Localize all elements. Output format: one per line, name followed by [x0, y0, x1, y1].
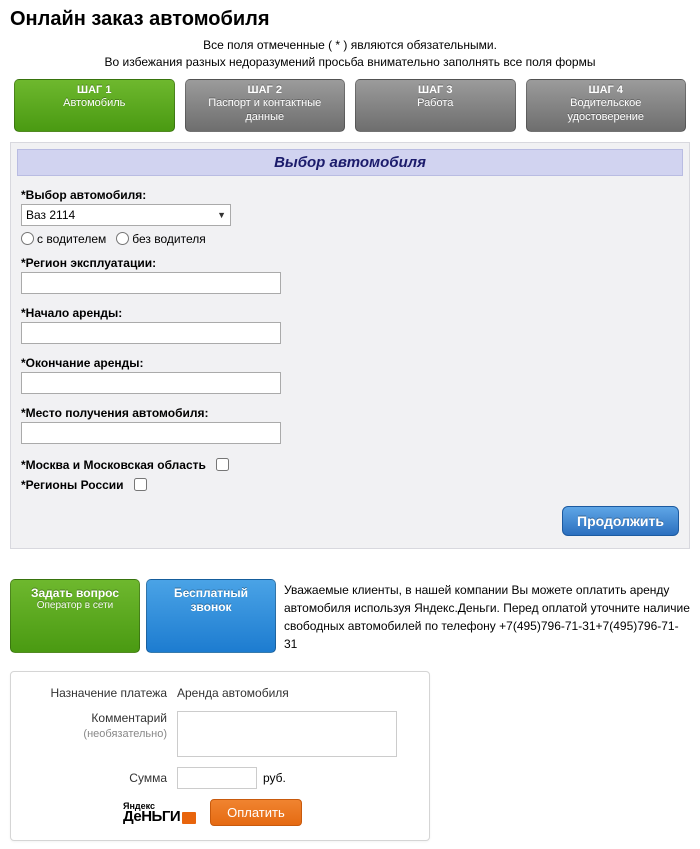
step-2-top: ШАГ 2 — [190, 84, 341, 98]
free-call-line1: Бесплатный — [151, 586, 271, 600]
ask-question-sub: Оператор в сети — [15, 600, 135, 612]
notes-block: Все поля отмеченные ( * ) являются обяза… — [10, 37, 690, 71]
step-1-bottom: Автомобиль — [19, 97, 170, 111]
start-input[interactable] — [21, 322, 281, 344]
section-header: Выбор автомобиля — [17, 149, 683, 176]
radio-without-driver-label: без водителя — [132, 232, 205, 246]
pay-button[interactable]: Оплатить — [210, 799, 302, 826]
form-area: Выбор автомобиля *Выбор автомобиля: Ваз … — [10, 142, 690, 549]
car-select-label: *Выбор автомобиля: — [21, 188, 679, 202]
step-1-top: ШАГ 1 — [19, 84, 170, 98]
payment-currency: руб. — [263, 771, 286, 785]
ask-question-line1: Задать вопрос — [15, 586, 135, 600]
regions-label: *Регионы России — [21, 478, 124, 492]
payment-sum-input[interactable] — [177, 767, 257, 789]
wallet-icon — [182, 812, 196, 824]
yandex-logo-top: Яндекс — [123, 802, 196, 811]
region-label: *Регион эксплуатации: — [21, 256, 679, 270]
radio-with-driver-input[interactable] — [21, 232, 34, 245]
ask-question-button[interactable]: Задать вопрос Оператор в сети — [10, 579, 140, 653]
radio-with-driver[interactable]: с водителем — [21, 232, 106, 246]
car-select-value: Ваз 2114 — [26, 208, 75, 222]
steps-nav: ШАГ 1 Автомобиль ШАГ 2 Паспорт и контакт… — [10, 79, 690, 132]
page-title: Онлайн заказ автомобиля — [10, 8, 690, 31]
payment-comment-hint: (необязательно) — [27, 727, 167, 741]
radio-without-driver[interactable]: без водителя — [116, 232, 205, 246]
step-1[interactable]: ШАГ 1 Автомобиль — [14, 79, 175, 132]
step-4[interactable]: ШАГ 4 Водительское удостоверение — [526, 79, 687, 132]
step-4-top: ШАГ 4 — [531, 84, 682, 98]
step-3[interactable]: ШАГ 3 Работа — [355, 79, 516, 132]
step-4-bottom: Водительское удостоверение — [531, 97, 682, 125]
yandex-logo-bottom: ДеНЬГИ — [123, 810, 180, 824]
radio-without-driver-input[interactable] — [116, 232, 129, 245]
payment-purpose-value: Аренда автомобиля — [177, 686, 289, 700]
payment-comment-input[interactable] — [177, 711, 397, 757]
start-label: *Начало аренды: — [21, 306, 679, 320]
region-input[interactable] — [21, 272, 281, 294]
car-select-dropdown[interactable]: Ваз 2114 ▼ — [21, 204, 231, 226]
chevron-down-icon: ▼ — [217, 210, 226, 220]
regions-checkbox[interactable] — [134, 478, 147, 491]
note-required: Все поля отмеченные ( * ) являются обяза… — [10, 37, 690, 54]
free-call-line2: звонок — [151, 600, 271, 614]
step-3-top: ШАГ 3 — [360, 84, 511, 98]
yandex-money-logo: Яндекс ДеНЬГИ — [123, 802, 196, 825]
step-2-bottom: Паспорт и контактные данные — [190, 97, 341, 125]
info-text: Уважаемые клиенты, в нашей компании Вы м… — [284, 579, 690, 653]
pickup-label: *Место получения автомобиля: — [21, 406, 679, 420]
continue-button[interactable]: Продолжить — [562, 506, 679, 536]
end-input[interactable] — [21, 372, 281, 394]
free-call-button[interactable]: Бесплатный звонок — [146, 579, 276, 653]
step-3-bottom: Работа — [360, 97, 511, 111]
pickup-input[interactable] — [21, 422, 281, 444]
moscow-label: *Москва и Московская область — [21, 458, 206, 472]
radio-with-driver-label: с водителем — [37, 232, 106, 246]
payment-sum-label: Сумма — [27, 771, 177, 787]
note-warning: Во избежания разных недоразумений просьб… — [10, 54, 690, 71]
step-2[interactable]: ШАГ 2 Паспорт и контактные данные — [185, 79, 346, 132]
payment-box: Назначение платежа Аренда автомобиля Ком… — [10, 671, 430, 842]
payment-purpose-label: Назначение платежа — [27, 686, 177, 702]
payment-comment-label: Комментарий — [91, 711, 167, 725]
moscow-checkbox[interactable] — [216, 458, 229, 471]
end-label: *Окончание аренды: — [21, 356, 679, 370]
